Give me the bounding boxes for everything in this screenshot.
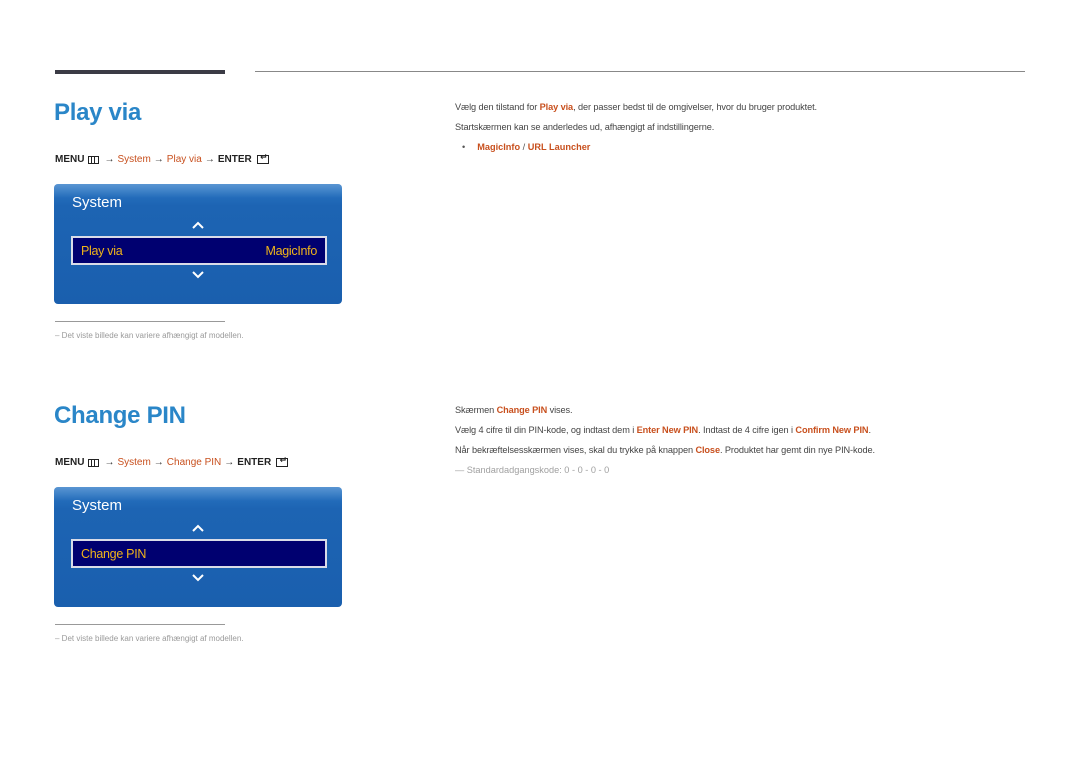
header-rule-thick <box>55 70 225 74</box>
osd-item-value: MagicInfo <box>265 243 318 258</box>
enter-label: ENTER <box>237 457 272 468</box>
description-line: Skærmen Change PIN vises. <box>455 405 573 415</box>
menu-label: MENU <box>55 154 85 165</box>
text-segment: Skærmen <box>455 405 497 415</box>
arrow-icon: → <box>153 154 164 165</box>
footnote-text: – Det viste billede kan variere afhængig… <box>55 634 244 643</box>
osd-panel-play-via: System Play via MagicInfo <box>54 184 342 304</box>
default-pin-note: — Standardadgangskode: 0 - 0 - 0 - 0 <box>455 465 610 475</box>
description-line: Vælg den tilstand for Play via, der pass… <box>455 102 817 112</box>
text-segment: , der passer bedst til de omgivelser, hv… <box>573 102 818 112</box>
text-segment: . <box>868 425 871 435</box>
section-title-play-via: Play via <box>54 99 142 126</box>
osd-title: System <box>72 497 123 514</box>
osd-panel-change-pin: System Change PIN <box>54 487 342 607</box>
arrow-icon: → <box>104 457 115 468</box>
enter-label: ENTER <box>217 154 252 165</box>
highlight-confirm-new-pin: Confirm New PIN <box>795 425 869 435</box>
osd-item-play-via[interactable]: Play via MagicInfo <box>71 236 327 265</box>
menu-step-play-via: Play via <box>166 154 202 165</box>
highlight-change-pin: Change PIN <box>496 405 548 415</box>
menu-icon <box>88 458 100 467</box>
arrow-icon: → <box>104 154 115 165</box>
description-line: Når bekræftelsesskærmen vises, skal du t… <box>455 445 875 455</box>
header-rule-thin <box>255 71 1025 72</box>
options-list-item: • MagicInfo / URL Launcher <box>462 142 590 152</box>
enter-icon <box>256 152 269 164</box>
menu-icon <box>88 155 100 164</box>
option-url-launcher: URL Launcher <box>527 142 591 152</box>
text-segment: vises. <box>547 405 573 415</box>
menu-step-system: System <box>117 457 151 468</box>
text-segment: Vælg 4 cifre til din PIN-kode, og indtas… <box>455 425 637 435</box>
option-separator: / <box>520 142 528 152</box>
chevron-up-icon[interactable] <box>191 218 205 232</box>
highlight-enter-new-pin: Enter New PIN <box>636 425 699 435</box>
arrow-icon: → <box>224 457 235 468</box>
osd-item-change-pin[interactable]: Change PIN <box>71 539 327 568</box>
footnote-text: – Det viste billede kan variere afhængig… <box>55 331 244 340</box>
highlight-play-via: Play via <box>539 102 574 112</box>
text-segment: Vælg den tilstand for <box>455 102 540 112</box>
menu-step-change-pin: Change PIN <box>166 457 222 468</box>
enter-icon <box>276 455 289 467</box>
description-line: Vælg 4 cifre til din PIN-kode, og indtas… <box>455 425 871 435</box>
osd-item-label: Change PIN <box>81 546 147 561</box>
osd-title: System <box>72 194 123 211</box>
osd-item-label: Play via <box>81 243 123 258</box>
arrow-icon: → <box>204 154 215 165</box>
menu-step-system: System <box>117 154 151 165</box>
menu-label: MENU <box>55 457 85 468</box>
footnote-rule <box>55 321 225 322</box>
menu-path-change-pin: MENU → System → Change PIN → ENTER <box>55 455 289 468</box>
section-title-change-pin: Change PIN <box>54 402 186 429</box>
description-line: Startskærmen kan se anderledes ud, afhæn… <box>455 122 715 132</box>
text-segment: . Produktet har gemt din nye PIN-kode. <box>719 445 875 455</box>
text-segment: Når bekræftelsesskærmen vises, skal du t… <box>455 445 696 455</box>
bullet-icon: • <box>462 142 466 152</box>
highlight-close: Close <box>695 445 720 455</box>
chevron-down-icon[interactable] <box>191 268 205 282</box>
arrow-icon: → <box>153 457 164 468</box>
text-segment: . Indtast de 4 cifre igen i <box>698 425 796 435</box>
chevron-down-icon[interactable] <box>191 571 205 585</box>
chevron-up-icon[interactable] <box>191 521 205 535</box>
footnote-rule <box>55 624 225 625</box>
menu-path-play-via: MENU → System → Play via → ENTER <box>55 152 269 165</box>
option-magicinfo: MagicInfo <box>477 142 521 152</box>
